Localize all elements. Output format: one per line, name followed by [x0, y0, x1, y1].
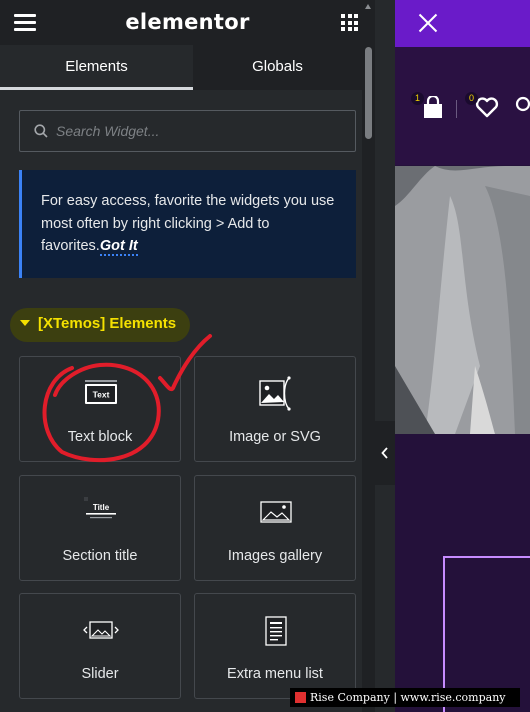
- tab-elements[interactable]: Elements: [0, 45, 193, 90]
- site-preview: 1 0: [395, 0, 530, 712]
- widget-label: Images gallery: [227, 548, 323, 564]
- favorites-notice: For easy access, favorite the widgets yo…: [19, 170, 356, 278]
- watermark-text: Rise Company | www.rise.company: [310, 691, 506, 704]
- cart-icon[interactable]: [422, 94, 444, 120]
- widget-slider[interactable]: Slider: [19, 593, 181, 699]
- got-it-link[interactable]: Got It: [99, 238, 138, 256]
- text-block-icon: Text: [85, 380, 117, 404]
- widget-image-or-svg[interactable]: Image or SVG: [194, 356, 356, 462]
- chevron-left-icon: [381, 447, 388, 459]
- widget-label: Extra menu list: [227, 666, 323, 682]
- elementor-logo: elementor: [125, 10, 250, 34]
- widget-label: Text block: [67, 429, 133, 445]
- section-title-icon-label: Title: [93, 503, 110, 512]
- image-svg-icon: [259, 376, 291, 411]
- hero-image: [395, 166, 530, 434]
- panel-tabs: Elements Globals: [0, 45, 362, 90]
- search-icon: [34, 124, 48, 138]
- divider: [456, 100, 457, 118]
- heart-icon[interactable]: [475, 96, 499, 118]
- panel-header: elementor: [0, 0, 375, 45]
- section-title-icon: Title: [84, 497, 116, 519]
- widget-extra-menu-list[interactable]: Extra menu list: [194, 593, 356, 699]
- preview-toolbar: [395, 47, 530, 165]
- slider-icon: [83, 621, 119, 639]
- gallery-icon: [260, 501, 292, 523]
- grid-icon[interactable]: [341, 14, 358, 31]
- collapse-panel-button[interactable]: [375, 421, 395, 485]
- widget-label: Slider: [81, 666, 119, 682]
- scroll-up-icon[interactable]: [365, 4, 371, 9]
- menu-list-icon: [265, 616, 287, 646]
- notice-text: For easy access, favorite the widgets yo…: [41, 193, 335, 254]
- scrollbar-thumb[interactable]: [365, 47, 372, 139]
- text-block-icon-label: Text: [93, 390, 110, 400]
- hero-image-art: [395, 166, 530, 434]
- widget-label: Section title: [62, 548, 138, 564]
- widget-label: Image or SVG: [229, 429, 321, 445]
- elementor-panel: elementor Elements Globals For easy acce…: [0, 0, 375, 712]
- widget-images-gallery[interactable]: Images gallery: [194, 475, 356, 581]
- caret-down-icon: [20, 320, 30, 326]
- widget-text-block[interactable]: Text Text block: [19, 356, 181, 462]
- search-box: [19, 110, 356, 152]
- watermark: Rise Company | www.rise.company: [290, 688, 520, 707]
- tab-globals[interactable]: Globals: [193, 45, 362, 90]
- search-icon[interactable]: [515, 96, 530, 116]
- wishlist-count-badge: 0: [465, 92, 478, 105]
- panel-scrollbar[interactable]: [362, 0, 375, 712]
- category-xtemos-elements[interactable]: [XTemos] Elements: [10, 308, 190, 342]
- search-widget-input[interactable]: [56, 111, 346, 151]
- category-title: [XTemos] Elements: [38, 315, 177, 332]
- close-icon[interactable]: [418, 13, 438, 33]
- rise-logo-icon: [295, 692, 306, 703]
- preview-header: [395, 0, 530, 47]
- cart-count-badge: 1: [411, 92, 424, 105]
- widget-section-title[interactable]: Title Section title: [19, 475, 181, 581]
